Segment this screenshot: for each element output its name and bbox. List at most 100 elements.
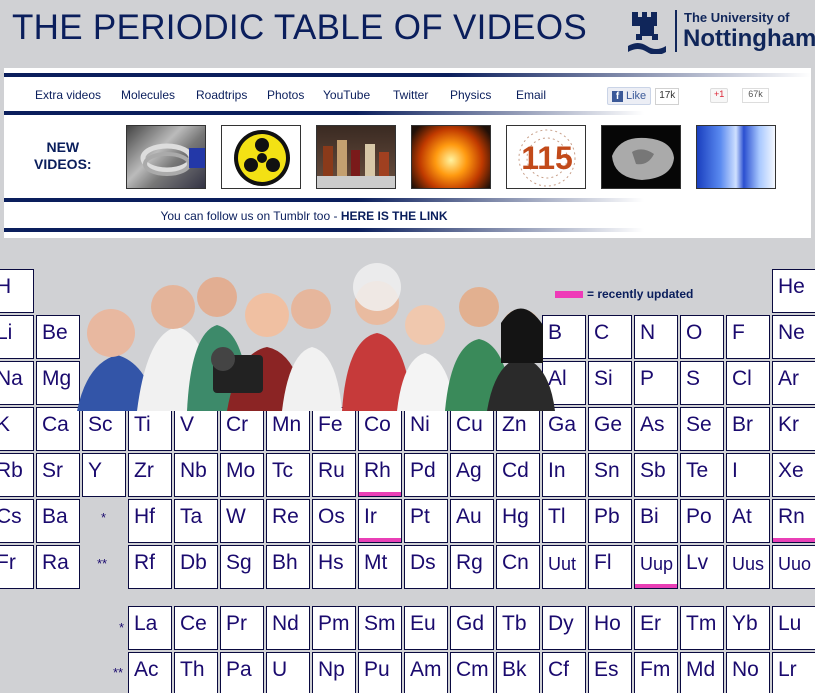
element-ni[interactable]: Ni <box>404 407 448 451</box>
element-cu[interactable]: Cu <box>450 407 494 451</box>
element-u[interactable]: U <box>266 652 310 693</box>
element-la[interactable]: La <box>128 606 172 650</box>
element-er[interactable]: Er <box>634 606 678 650</box>
element-cn[interactable]: Cn <box>496 545 540 589</box>
element-tm[interactable]: Tm <box>680 606 724 650</box>
element-uus[interactable]: Uus <box>726 545 770 589</box>
element-sg[interactable]: Sg <box>220 545 264 589</box>
element-co[interactable]: Co <box>358 407 402 451</box>
element-hs[interactable]: Hs <box>312 545 356 589</box>
element-si[interactable]: Si <box>588 361 632 405</box>
element-hf[interactable]: Hf <box>128 499 172 543</box>
element-ho[interactable]: Ho <box>588 606 632 650</box>
element-se[interactable]: Se <box>680 407 724 451</box>
element-eu[interactable]: Eu <box>404 606 448 650</box>
element-ti[interactable]: Ti <box>128 407 172 451</box>
element-rh[interactable]: Rh <box>358 453 402 497</box>
element-mo[interactable]: Mo <box>220 453 264 497</box>
element-o[interactable]: O <box>680 315 724 359</box>
element-no[interactable]: No <box>726 652 770 693</box>
element-h[interactable]: H <box>0 269 34 313</box>
element-zn[interactable]: Zn <box>496 407 540 451</box>
nav-roadtrips[interactable]: Roadtrips <box>196 88 247 102</box>
element-hg[interactable]: Hg <box>496 499 540 543</box>
element-w[interactable]: W <box>220 499 264 543</box>
element-ra[interactable]: Ra <box>36 545 80 589</box>
element-rb[interactable]: Rb <box>0 453 34 497</box>
element-bh[interactable]: Bh <box>266 545 310 589</box>
facebook-like-button[interactable]: f Like <box>607 87 652 105</box>
element-ag[interactable]: Ag <box>450 453 494 497</box>
element-v[interactable]: V <box>174 407 218 451</box>
element-tl[interactable]: Tl <box>542 499 586 543</box>
element-re[interactable]: Re <box>266 499 310 543</box>
element-sr[interactable]: Sr <box>36 453 80 497</box>
element-po[interactable]: Po <box>680 499 724 543</box>
element-cr[interactable]: Cr <box>220 407 264 451</box>
thumb-grey-rock[interactable] <box>601 125 681 189</box>
element-mn[interactable]: Mn <box>266 407 310 451</box>
thumb-metal-coil[interactable] <box>126 125 206 189</box>
element-p[interactable]: P <box>634 361 678 405</box>
element-c[interactable]: C <box>588 315 632 359</box>
element-cd[interactable]: Cd <box>496 453 540 497</box>
element-na[interactable]: Na <box>0 361 34 405</box>
element-xe[interactable]: Xe <box>772 453 815 497</box>
element-nd[interactable]: Nd <box>266 606 310 650</box>
element-ds[interactable]: Ds <box>404 545 448 589</box>
element-ce[interactable]: Ce <box>174 606 218 650</box>
element-gd[interactable]: Gd <box>450 606 494 650</box>
element-fl[interactable]: Fl <box>588 545 632 589</box>
element-as[interactable]: As <box>634 407 678 451</box>
element-dy[interactable]: Dy <box>542 606 586 650</box>
element-mg[interactable]: Mg <box>36 361 80 405</box>
element-au[interactable]: Au <box>450 499 494 543</box>
element-fm[interactable]: Fm <box>634 652 678 693</box>
element-lu[interactable]: Lu <box>772 606 815 650</box>
element-tc[interactable]: Tc <box>266 453 310 497</box>
thumb-element-115[interactable]: 115 <box>506 125 586 189</box>
element-uuo[interactable]: Uuo <box>772 545 815 589</box>
thumb-biohazard[interactable] <box>221 125 301 189</box>
element-tb[interactable]: Tb <box>496 606 540 650</box>
element-cf[interactable]: Cf <box>542 652 586 693</box>
google-plus-button[interactable]: +1 <box>710 88 729 103</box>
element-ta[interactable]: Ta <box>174 499 218 543</box>
element-fe[interactable]: Fe <box>312 407 356 451</box>
nav-physics[interactable]: Physics <box>450 88 491 102</box>
element-in[interactable]: In <box>542 453 586 497</box>
element-rn[interactable]: Rn <box>772 499 815 543</box>
nav-photos[interactable]: Photos <box>267 88 304 102</box>
element-te[interactable]: Te <box>680 453 724 497</box>
element-lv[interactable]: Lv <box>680 545 724 589</box>
thumb-flames[interactable] <box>411 125 491 189</box>
element-nb[interactable]: Nb <box>174 453 218 497</box>
element-pu[interactable]: Pu <box>358 652 402 693</box>
nav-youtube[interactable]: YouTube <box>323 88 370 102</box>
element-ar[interactable]: Ar <box>772 361 815 405</box>
element-fr[interactable]: Fr <box>0 545 34 589</box>
element-ac[interactable]: Ac <box>128 652 172 693</box>
element-cl[interactable]: Cl <box>726 361 770 405</box>
element-kr[interactable]: Kr <box>772 407 815 451</box>
element-cs[interactable]: Cs <box>0 499 34 543</box>
element-f[interactable]: F <box>726 315 770 359</box>
element-zr[interactable]: Zr <box>128 453 172 497</box>
element-np[interactable]: Np <box>312 652 356 693</box>
element-pb[interactable]: Pb <box>588 499 632 543</box>
element-y[interactable]: Y <box>82 453 126 497</box>
element-cm[interactable]: Cm <box>450 652 494 693</box>
element-rf[interactable]: Rf <box>128 545 172 589</box>
element-pd[interactable]: Pd <box>404 453 448 497</box>
element-li[interactable]: Li <box>0 315 34 359</box>
element-bk[interactable]: Bk <box>496 652 540 693</box>
element-ne[interactable]: Ne <box>772 315 815 359</box>
element-ru[interactable]: Ru <box>312 453 356 497</box>
element-uup[interactable]: Uup <box>634 545 678 589</box>
element-i[interactable]: I <box>726 453 770 497</box>
element-pt[interactable]: Pt <box>404 499 448 543</box>
element-pr[interactable]: Pr <box>220 606 264 650</box>
element-yb[interactable]: Yb <box>726 606 770 650</box>
element-ge[interactable]: Ge <box>588 407 632 451</box>
element-he[interactable]: He <box>772 269 815 313</box>
